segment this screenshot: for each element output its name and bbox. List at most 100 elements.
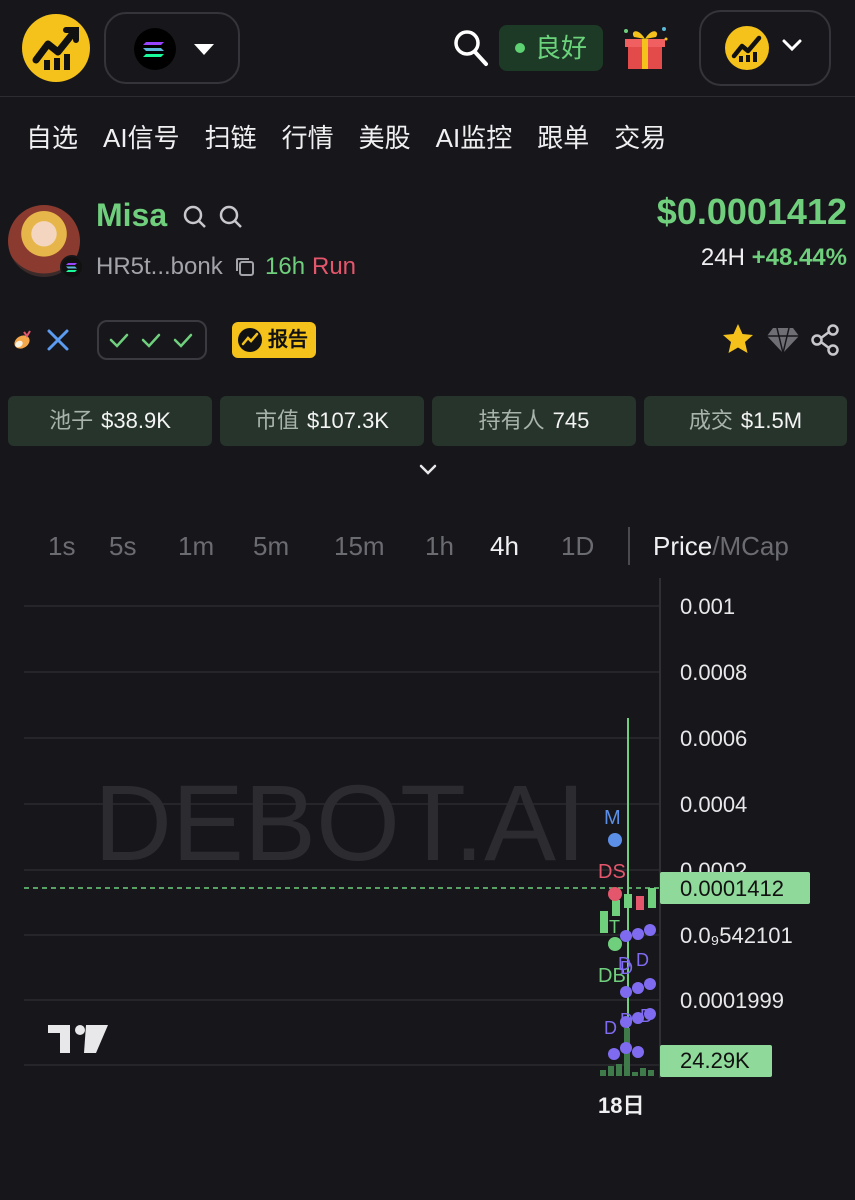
report-label: 报告 [268, 329, 308, 351]
marker-dot [620, 1042, 632, 1054]
candle [600, 911, 608, 933]
candle [648, 888, 656, 908]
marker-dot [620, 930, 632, 942]
expand-chevron-icon[interactable] [418, 462, 438, 476]
diamond-icon[interactable] [766, 326, 800, 354]
debot-logo-icon[interactable] [22, 14, 90, 82]
volume-bar [632, 1072, 638, 1076]
token-age: 16h [265, 253, 306, 280]
timeframe-15m[interactable]: 15m [334, 530, 385, 562]
volume-label: 24.29K [680, 1048, 750, 1073]
change-value: +48.44% [751, 244, 847, 271]
nav-item-copy-trade[interactable]: 跟单 [537, 118, 589, 158]
nav-item-trade[interactable]: 交易 [614, 118, 666, 158]
timeframe-1d[interactable]: 1D [561, 530, 594, 562]
timeframe-1s[interactable]: 1s [48, 530, 75, 562]
security-checks-badge[interactable] [97, 320, 207, 360]
stat-value: 745 [552, 408, 590, 433]
pump-fun-icon[interactable] [10, 328, 34, 352]
stat-pool: 池子 $38.9K [8, 396, 212, 446]
solana-badge-icon [60, 255, 84, 279]
y-tick-label: 0.0004 [680, 792, 747, 817]
stat-label: 持有人 [478, 408, 545, 433]
y-tick-label: 0.0006 [680, 726, 747, 751]
report-button[interactable]: 报告 [232, 322, 316, 358]
timeframe-1m[interactable]: 1m [178, 530, 214, 562]
token-name-row: Misa [96, 195, 167, 235]
marker-label: T [609, 917, 620, 937]
marker-dot [608, 1048, 620, 1060]
stat-volume: 成交 $1.5M [644, 396, 847, 446]
candle [636, 896, 644, 910]
x-twitter-icon[interactable] [46, 328, 70, 352]
tradingview-logo-icon[interactable] [48, 1025, 108, 1053]
marker-label: D [636, 950, 649, 970]
stat-value: $107.3K [307, 408, 389, 433]
marker-label: DS [598, 861, 626, 883]
nav-item-watchlist[interactable]: 自选 [26, 118, 78, 158]
nav-item-us-stocks[interactable]: 美股 [359, 118, 411, 158]
toggle-mcap[interactable]: MCap [719, 531, 788, 561]
network-status-badge: 良好 [499, 25, 603, 71]
token-name: Misa [96, 197, 168, 233]
copy-icon[interactable] [234, 256, 256, 278]
marker-dot [632, 982, 644, 994]
marker-dot [608, 937, 622, 951]
price-change: 24H +48.44% [701, 242, 847, 274]
y-tick-label: 0.001 [680, 594, 735, 619]
solana-icon [134, 28, 176, 70]
stat-market-cap: 市值 $107.3K [220, 396, 424, 446]
change-period: 24H [700, 244, 745, 271]
x-tick-label: 18日 [598, 1093, 645, 1118]
stat-value: $1.5M [740, 408, 803, 433]
timeframe-divider [628, 527, 630, 565]
stat-holders: 持有人 745 [432, 396, 636, 446]
timeframe-4h[interactable]: 4h [490, 530, 519, 562]
toggle-price[interactable]: Price [653, 531, 712, 561]
y-tick-label: 0.0₉542101 [680, 923, 793, 948]
volume-bar [640, 1068, 646, 1076]
chain-selector-button[interactable] [104, 12, 240, 84]
stat-label: 成交 [688, 408, 733, 433]
stat-label: 池子 [49, 408, 94, 433]
main-nav: 自选 AI信号 扫链 行情 美股 AI监控 跟单 交易 [26, 118, 691, 158]
timeframe-5s[interactable]: 5s [109, 530, 136, 562]
volume-bar [648, 1070, 654, 1076]
debot-mini-logo-icon [238, 328, 262, 352]
candle [612, 900, 620, 916]
gift-icon[interactable] [620, 25, 670, 71]
nav-item-market[interactable]: 行情 [282, 118, 334, 158]
marker-dot [608, 833, 622, 847]
search-icon[interactable] [452, 28, 490, 68]
timeframe-5m[interactable]: 5m [253, 530, 289, 562]
volume-bar [600, 1070, 606, 1076]
timeframe-1h[interactable]: 1h [425, 530, 454, 562]
stat-label: 市值 [255, 408, 300, 433]
marker-label: D [640, 1006, 653, 1026]
marker-dot [620, 986, 632, 998]
marker-dot [632, 928, 644, 940]
nav-item-ai-monitor[interactable]: AI监控 [436, 118, 513, 158]
marker-dot [632, 1046, 644, 1058]
status-dot-icon [515, 43, 525, 53]
favorite-star-icon[interactable] [720, 321, 756, 357]
nav-item-ai-signal[interactable]: AI信号 [103, 118, 180, 158]
marker-label: D [604, 1018, 617, 1038]
search-x-icon[interactable] [218, 204, 242, 228]
top-header: 良好 [0, 0, 855, 97]
token-price: $0.0001412 [656, 191, 847, 232]
marker-dot [644, 924, 656, 936]
y-tick-label: 0.0008 [680, 660, 747, 685]
marker-label: M [604, 807, 621, 829]
search-google-icon[interactable] [182, 204, 206, 228]
price-mcap-toggle[interactable]: Price/MCap [653, 530, 789, 562]
marker-label: D [620, 1010, 633, 1030]
chevron-down-icon [781, 38, 803, 52]
marker-dot [608, 887, 622, 901]
price-chart[interactable]: DEBOT.AI0.0010.00080.00060.00040.00020.0… [0, 578, 855, 1098]
status-label: 良好 [535, 33, 588, 63]
nav-item-scan[interactable]: 扫链 [205, 118, 257, 158]
share-icon[interactable] [810, 324, 840, 356]
account-menu-button[interactable] [699, 10, 831, 86]
token-address: HR5t...bonk [96, 253, 223, 280]
